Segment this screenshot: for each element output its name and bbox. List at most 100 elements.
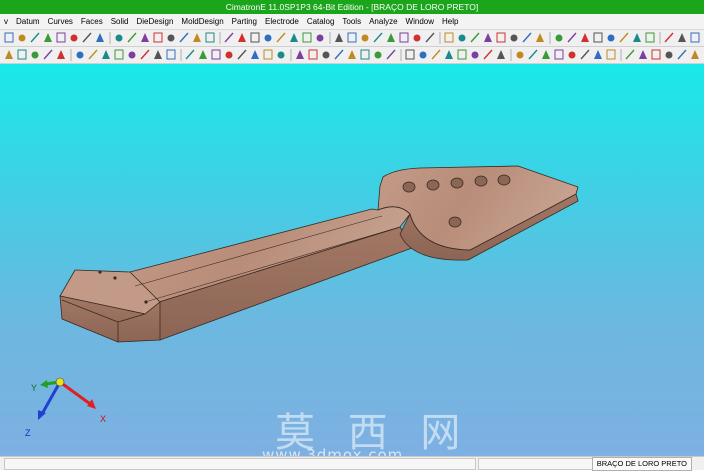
toolbar-tool-icon[interactable] bbox=[185, 49, 195, 60]
toolbar-tool-icon[interactable] bbox=[568, 51, 576, 59]
menu-electrode[interactable]: Electrode bbox=[261, 14, 303, 29]
menu-molddesign[interactable]: MoldDesign bbox=[177, 14, 227, 29]
toolbar-tool-icon[interactable] bbox=[263, 49, 273, 60]
toolbar-tool-icon[interactable] bbox=[677, 49, 687, 60]
toolbar-tool-icon[interactable] bbox=[458, 34, 466, 42]
toolbar-tool-icon[interactable] bbox=[374, 51, 382, 59]
toolbar-tool-icon[interactable] bbox=[386, 49, 396, 60]
toolbar-tool-icon[interactable] bbox=[70, 34, 78, 42]
toolbar-tool-icon[interactable] bbox=[127, 32, 137, 43]
menu-catalog[interactable]: Catalog bbox=[303, 14, 339, 29]
toolbar-tool-icon[interactable] bbox=[445, 50, 453, 59]
3d-viewport[interactable]: X Y Z bbox=[0, 64, 704, 456]
toolbar-tool-icon[interactable] bbox=[567, 32, 577, 43]
toolbar-tool-icon[interactable] bbox=[593, 32, 603, 43]
toolbar-tool-icon[interactable] bbox=[470, 32, 480, 43]
menu-solid[interactable]: Solid bbox=[107, 14, 133, 29]
toolbar-tool-icon[interactable] bbox=[114, 49, 124, 60]
toolbar-tool-icon[interactable] bbox=[444, 32, 454, 43]
toolbar-tool-icon[interactable] bbox=[348, 50, 356, 59]
toolbar-tool-icon[interactable] bbox=[43, 49, 53, 60]
toolbar-tool-icon[interactable] bbox=[141, 33, 149, 42]
toolbar-tool-icon[interactable] bbox=[5, 50, 13, 59]
toolbar-tool-icon[interactable] bbox=[56, 32, 66, 43]
toolbar-tool-icon[interactable] bbox=[373, 32, 383, 43]
toolbar-tool-icon[interactable] bbox=[387, 33, 395, 42]
toolbar-tool-icon[interactable] bbox=[140, 49, 150, 60]
toolbar-tool-icon[interactable] bbox=[361, 34, 369, 42]
menu-parting[interactable]: Parting bbox=[228, 14, 261, 29]
menu-tools[interactable]: Tools bbox=[338, 14, 365, 29]
toolbar-tool-icon[interactable] bbox=[224, 32, 234, 43]
toolbar-tool-icon[interactable] bbox=[57, 50, 65, 59]
toolbar-tool-icon[interactable] bbox=[691, 50, 699, 59]
toolbar-tool-icon[interactable] bbox=[645, 32, 655, 43]
toolbar-tool-icon[interactable] bbox=[522, 32, 532, 43]
toolbar-tool-icon[interactable] bbox=[211, 49, 221, 60]
toolbar-top-icons[interactable] bbox=[0, 30, 704, 46]
toolbar-second-icons[interactable] bbox=[0, 47, 704, 63]
toolbar-tool-icon[interactable] bbox=[639, 50, 647, 59]
toolbar-tool-icon[interactable] bbox=[82, 32, 92, 43]
toolbar-tool-icon[interactable] bbox=[555, 34, 563, 42]
toolbar-tool-icon[interactable] bbox=[690, 32, 700, 43]
toolbar-tool-icon[interactable] bbox=[625, 49, 635, 60]
menu-window[interactable]: Window bbox=[402, 14, 438, 29]
toolbar-tool-icon[interactable] bbox=[264, 34, 272, 42]
toolbar-tool-icon[interactable] bbox=[581, 33, 589, 42]
toolbar-tool-icon[interactable] bbox=[347, 32, 357, 43]
menu-analyze[interactable]: Analyze bbox=[365, 14, 401, 29]
toolbar-tool-icon[interactable] bbox=[238, 33, 246, 42]
menu-view[interactable]: v bbox=[0, 14, 12, 29]
toolbar-tool-icon[interactable] bbox=[166, 49, 176, 60]
toolbar-tool-icon[interactable] bbox=[18, 34, 26, 42]
toolbar-tool-icon[interactable] bbox=[580, 49, 590, 60]
toolbar-tool-icon[interactable] bbox=[496, 32, 506, 43]
toolbar-tool-icon[interactable] bbox=[431, 49, 441, 60]
toolbar-tool-icon[interactable] bbox=[497, 50, 505, 59]
toolbar-tool-icon[interactable] bbox=[542, 50, 550, 59]
guitar-neck-model[interactable] bbox=[59, 165, 579, 343]
toolbar-tool-icon[interactable] bbox=[96, 33, 104, 42]
toolbar-tool-icon[interactable] bbox=[606, 49, 616, 60]
menu-diedesign[interactable]: DieDesign bbox=[133, 14, 178, 29]
toolbar-tool-icon[interactable] bbox=[594, 50, 602, 59]
menu-help[interactable]: Help bbox=[438, 14, 462, 29]
toolbar-tool-icon[interactable] bbox=[457, 49, 467, 60]
toolbar-tool-icon[interactable] bbox=[88, 49, 98, 60]
toolbar-tool-icon[interactable] bbox=[115, 34, 123, 42]
toolbar-tool-icon[interactable] bbox=[484, 33, 492, 42]
toolbar-tool-icon[interactable] bbox=[536, 33, 544, 42]
menu-datum[interactable]: Datum bbox=[12, 14, 44, 29]
toolbar-tool-icon[interactable] bbox=[516, 51, 524, 59]
toolbar-tool-icon[interactable] bbox=[237, 49, 247, 60]
toolbar-tool-icon[interactable] bbox=[665, 51, 673, 59]
toolbar-tool-icon[interactable] bbox=[619, 32, 629, 43]
toolbar-tool-icon[interactable] bbox=[31, 51, 39, 59]
menu-curves[interactable]: Curves bbox=[44, 14, 77, 29]
toolbar-tool-icon[interactable] bbox=[154, 50, 162, 59]
toolbar-tool-icon[interactable] bbox=[30, 32, 40, 43]
toolbar-tool-icon[interactable] bbox=[250, 32, 260, 43]
toolbar-tool-icon[interactable] bbox=[554, 49, 564, 60]
toolbar-tool-icon[interactable] bbox=[334, 49, 344, 60]
toolbar-tool-icon[interactable] bbox=[425, 32, 435, 43]
toolbar-tool-icon[interactable] bbox=[296, 50, 304, 59]
toolbar-tool-icon[interactable] bbox=[277, 51, 285, 59]
toolbar-tool-icon[interactable] bbox=[251, 50, 259, 59]
toolbar-tool-icon[interactable] bbox=[510, 34, 518, 42]
toolbar-tool-icon[interactable] bbox=[322, 51, 330, 59]
toolbar-tool-icon[interactable] bbox=[651, 49, 661, 60]
toolbar-tool-icon[interactable] bbox=[290, 33, 298, 42]
toolbar-tool-icon[interactable] bbox=[17, 49, 27, 60]
toolbar-tool-icon[interactable] bbox=[167, 34, 175, 42]
toolbar-tool-icon[interactable] bbox=[205, 32, 215, 43]
toolbar-tool-icon[interactable] bbox=[678, 33, 686, 42]
toolbar-tool-icon[interactable] bbox=[199, 50, 207, 59]
toolbar-tool-icon[interactable] bbox=[102, 50, 110, 59]
toolbar-tool-icon[interactable] bbox=[302, 32, 312, 43]
toolbar-tool-icon[interactable] bbox=[76, 51, 84, 59]
toolbar-tool-icon[interactable] bbox=[44, 33, 52, 42]
toolbar-tool-icon[interactable] bbox=[316, 34, 324, 42]
toolbar-tool-icon[interactable] bbox=[308, 49, 318, 60]
